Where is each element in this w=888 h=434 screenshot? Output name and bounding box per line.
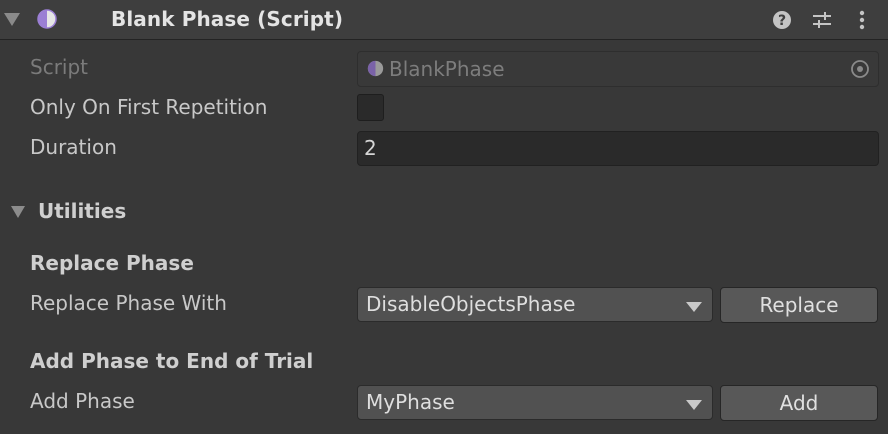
add-phase-heading: Add Phase to End of Trial [30,349,314,373]
svg-text:?: ? [778,13,786,29]
replace-phase-with-label: Replace Phase With [30,291,227,315]
add-phase-selected: MyPhase [366,390,455,414]
add-phase-label: Add Phase [30,389,135,413]
replace-phase-selected: DisableObjectsPhase [366,292,576,316]
utilities-foldout-arrow-icon[interactable] [11,206,25,218]
script-label: Script [30,55,89,79]
object-picker-icon [851,60,869,78]
duration-label: Duration [30,135,117,159]
replace-phase-heading: Replace Phase [30,251,194,275]
script-value: BlankPhase [389,57,505,81]
add-phase-dropdown[interactable]: MyPhase [357,385,713,420]
component-title: Blank Phase (Script) [111,7,344,31]
kebab-menu-icon[interactable] [852,10,872,30]
script-icon [367,60,384,77]
script-object-field: BlankPhase [357,51,879,87]
only-first-repetition-label: Only On First Repetition [30,95,268,119]
help-icon[interactable]: ? [772,10,792,30]
replace-button[interactable]: Replace [720,287,878,323]
only-first-repetition-checkbox[interactable] [357,94,384,121]
add-button[interactable]: Add [720,385,878,421]
utilities-foldout-label[interactable]: Utilities [38,199,126,223]
duration-value: 2 [364,136,377,160]
component-header: Blank Phase (Script) ? [0,0,888,40]
presets-icon[interactable] [812,10,832,30]
duration-input[interactable]: 2 [357,131,879,166]
script-icon [37,9,57,29]
foldout-arrow-icon[interactable] [4,13,20,26]
dropdown-arrow-icon [686,400,702,410]
dropdown-arrow-icon [686,302,702,312]
replace-phase-dropdown[interactable]: DisableObjectsPhase [357,287,713,322]
